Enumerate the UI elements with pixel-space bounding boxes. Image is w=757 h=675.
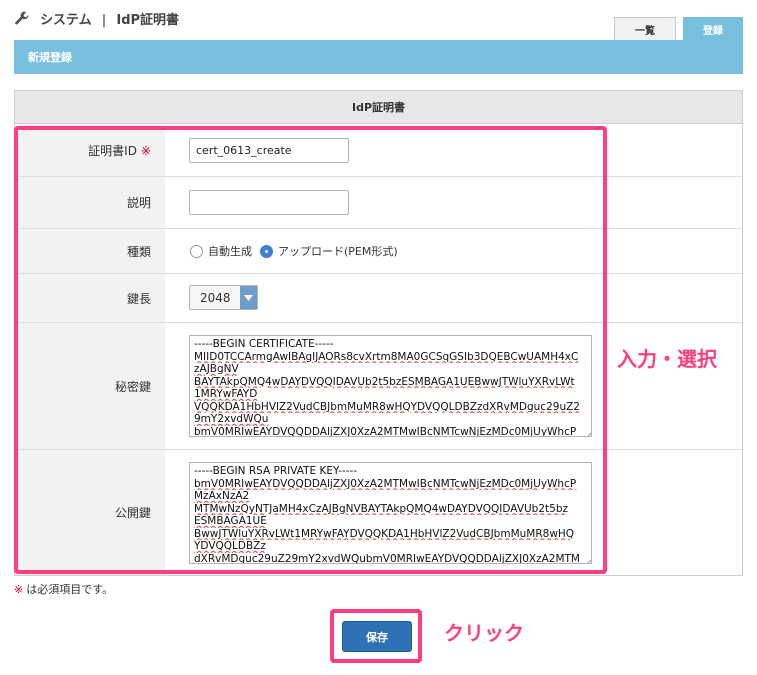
private-key-textarea[interactable]: -----BEGIN CERTIFICATE----- MIID0TCCArmg… <box>189 335 592 437</box>
private-key-line: 1MRYwFAYD <box>194 388 258 400</box>
row-description: 説明 <box>15 177 742 229</box>
row-public-key: 公開鍵 -----BEGIN RSA PRIVATE KEY----- bmV0… <box>15 450 742 575</box>
private-key-label: 秘密鍵 <box>15 323 165 449</box>
public-key-line: dXRvMDguc29uZ29mY2xvdWQubmV0MRIwEAYDVQQD… <box>194 552 580 564</box>
form-title: IdP証明書 <box>15 91 742 124</box>
breadcrumb: システム | IdP証明書 <box>40 9 179 28</box>
radio-auto-generate-label[interactable]: 自動生成 <box>208 243 252 259</box>
description-label: 説明 <box>15 177 165 228</box>
row-type: 種類 自動生成 アップロード(PEM形式) <box>15 229 742 274</box>
description-input[interactable] <box>189 190 349 215</box>
row-key-length: 鍵長 2048 <box>15 274 742 323</box>
private-key-line: BAYTAkpQMQ4wDAYDVQQIDAVUb2t5bzESMBAGA1UE… <box>194 375 575 388</box>
cert-id-label: 証明書ID ※ <box>15 125 165 176</box>
annotation-click: クリック <box>444 621 524 645</box>
public-key-line: MTMwNzQyNTJaMH4xCzAJBgNVBAYTAkpQMQ4wDAYD… <box>194 502 569 515</box>
chevron-down-icon[interactable] <box>240 286 257 309</box>
cert-id-field-cell <box>165 125 742 176</box>
breadcrumb-page: IdP証明書 <box>116 13 180 28</box>
required-note: ※ は必須項目です。 <box>14 581 113 597</box>
private-key-line: VQQKDA1HbHVlZ2VudCBJbmMuMR8wHQYDVQQLDBZz… <box>194 400 580 413</box>
wrench-icon <box>14 10 30 26</box>
private-key-line: MIID0TCCArmgAwIBAgIJAORs8cvXrtm8MA0GCSqG… <box>194 350 579 363</box>
public-key-line: -----BEGIN RSA PRIVATE KEY----- <box>194 465 358 477</box>
type-radio-group: 自動生成 アップロード(PEM形式) <box>190 243 406 259</box>
top-bar: システム | IdP証明書 一覧 登録 <box>0 0 757 41</box>
public-key-textarea[interactable]: -----BEGIN RSA PRIVATE KEY----- bmV0MRIw… <box>189 462 592 564</box>
required-note-text: は必須項目です。 <box>26 583 114 596</box>
public-key-label: 公開鍵 <box>15 450 165 575</box>
resize-handle-icon[interactable] <box>585 557 591 563</box>
public-key-line: YDVQQLDBZz <box>194 540 266 552</box>
resize-handle-icon[interactable] <box>585 430 591 436</box>
cert-form: IdP証明書 証明書ID※ 説明 種類 自動生成 アップロード(PEM形式) 鍵… <box>14 90 743 576</box>
cert-id-input[interactable] <box>189 138 349 163</box>
key-length-value: 2048 <box>200 290 231 305</box>
cert-id-label-text: 証明書ID <box>88 144 137 158</box>
tab-list[interactable]: 一覧 <box>614 17 676 41</box>
breadcrumb-section: システム <box>40 13 92 28</box>
public-key-field-cell: -----BEGIN RSA PRIVATE KEY----- bmV0MRIw… <box>165 450 742 575</box>
private-key-line: -----BEGIN CERTIFICATE----- <box>194 338 334 350</box>
banner-title: 新規登録 <box>28 51 72 64</box>
public-key-line: bmV0MRIwEAYDVQQDDAljZXJ0XzA2MTMwIBcNMTcw… <box>194 477 577 490</box>
radio-auto-generate[interactable] <box>190 244 203 258</box>
type-field-cell: 自動生成 アップロード(PEM形式) <box>165 229 742 273</box>
annotation-input-select: 入力・選択 <box>617 347 717 371</box>
key-length-label: 鍵長 <box>15 274 165 322</box>
save-button[interactable]: 保存 <box>342 621 412 652</box>
private-key-line: bmV0MRIwEAYDVQQDDAljZXJ0XzA2MTMwIBcNMTcw… <box>194 425 577 437</box>
required-mark: ※ <box>14 583 24 596</box>
private-key-field-cell: -----BEGIN CERTIFICATE----- MIID0TCCArmg… <box>165 323 742 449</box>
section-banner: 新規登録 <box>14 40 743 74</box>
radio-upload-pem[interactable] <box>260 244 273 258</box>
radio-upload-pem-label[interactable]: アップロード(PEM形式) <box>278 243 398 259</box>
key-length-field-cell: 2048 <box>165 274 742 322</box>
public-key-line: BwwJTWluYXRvLWt1MRYwFAYDVQQKDA1HbHVlZ2Vu… <box>194 527 575 540</box>
public-key-line: ESMBAGA1UE <box>194 515 267 527</box>
breadcrumb-separator: | <box>101 13 107 28</box>
private-key-line: 9mY2xvdWQu <box>194 413 269 425</box>
tab-register[interactable]: 登録 <box>683 17 743 41</box>
required-mark: ※ <box>140 143 151 158</box>
key-length-select[interactable]: 2048 <box>189 285 258 310</box>
description-field-cell <box>165 177 742 228</box>
type-label: 種類 <box>15 229 165 273</box>
private-key-line: zAJBgNV <box>194 363 239 375</box>
row-cert-id: 証明書ID ※ <box>15 125 742 177</box>
public-key-line: MzAxNzA2 <box>194 490 250 502</box>
